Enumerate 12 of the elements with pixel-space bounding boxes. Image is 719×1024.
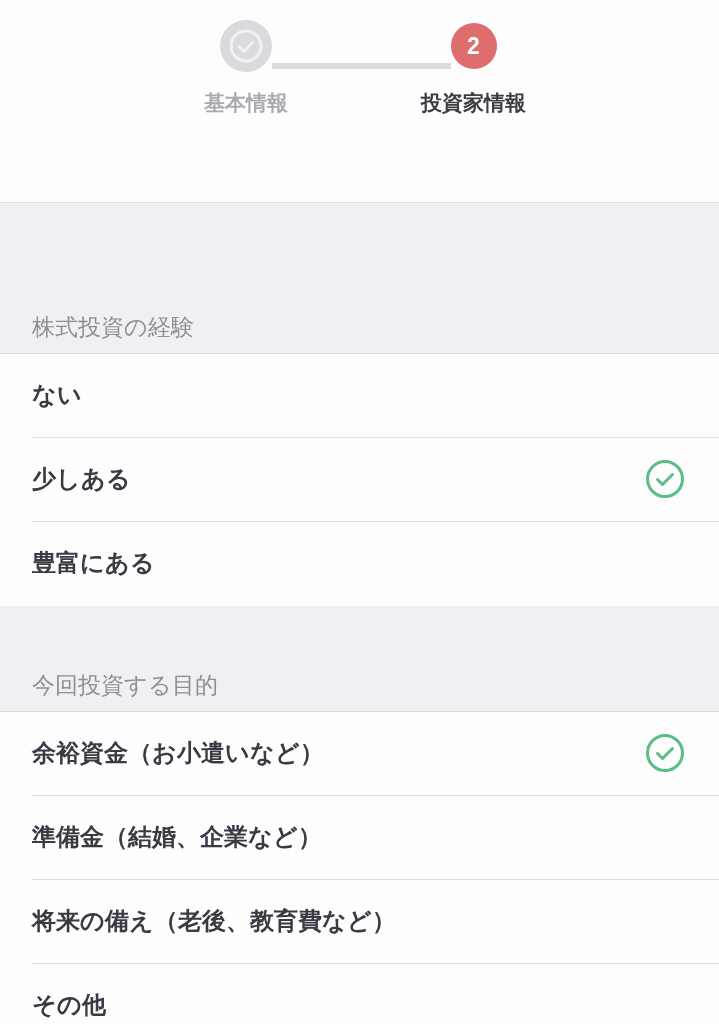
option-item[interactable]: 豊富にある [32,522,719,606]
step-label: 投資家情報 [421,90,526,116]
option-item[interactable]: その他 [32,964,719,1024]
section-title: 今回投資する目的 [32,671,218,700]
option-item[interactable]: 余裕資金（お小遣いなど） [32,712,719,796]
section-title: 株式投資の経験 [32,313,194,342]
step-number: 2 [450,23,497,69]
option-item[interactable]: ない [32,354,719,438]
option-item[interactable]: 準備金（結婚、企業など） [32,796,719,880]
option-item[interactable]: 少しある [32,438,719,522]
step-label: 基本情報 [203,90,288,116]
option-item[interactable]: 将来の備え（老後、教育費など） [32,880,719,964]
